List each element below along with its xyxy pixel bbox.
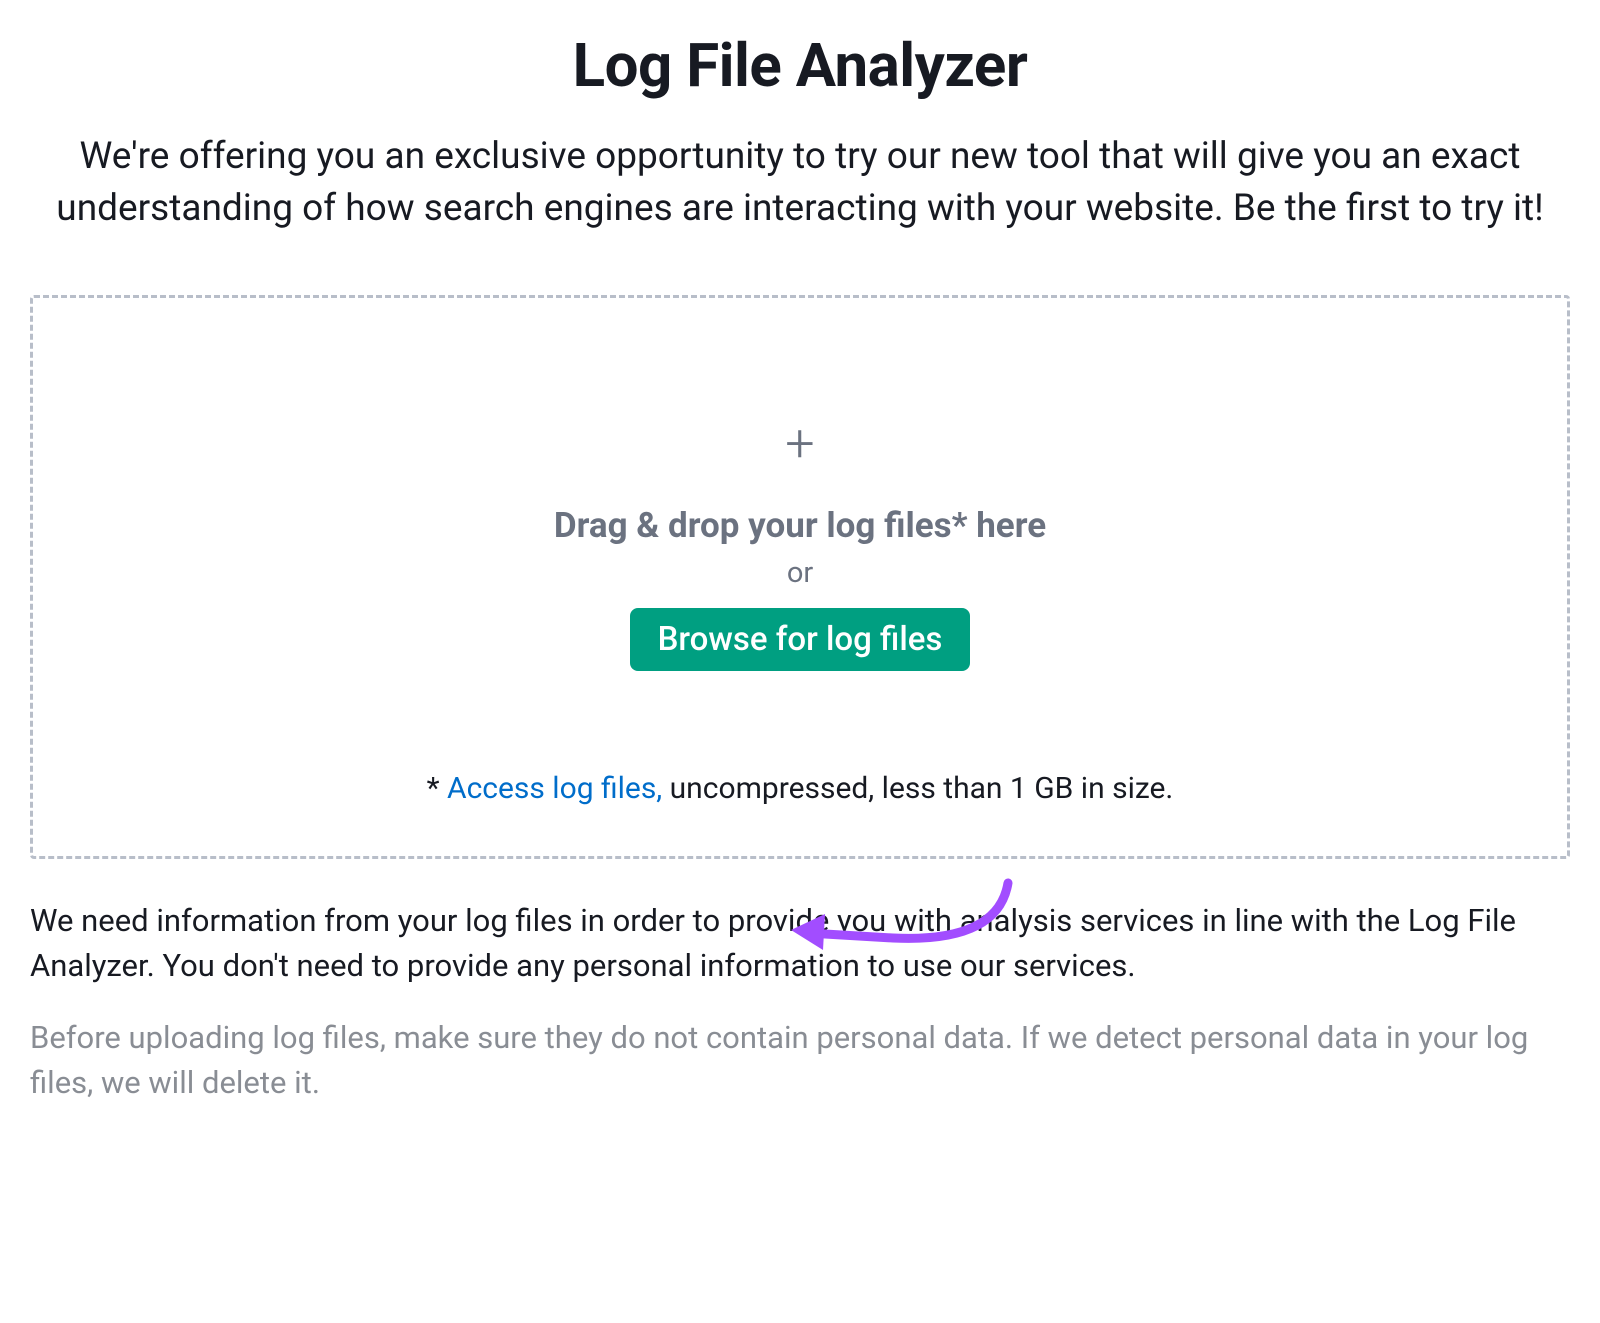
or-text: or: [73, 556, 1527, 590]
dropzone-note: * Access log files, uncompressed, less t…: [73, 771, 1527, 806]
access-log-files-link[interactable]: Access log files,: [447, 771, 662, 806]
plus-icon: +: [73, 418, 1527, 470]
note-prefix: *: [427, 771, 447, 806]
note-rest: uncompressed, less than 1 GB in size.: [662, 771, 1173, 806]
page-subtitle: We're offering you an exclusive opportun…: [50, 131, 1550, 235]
info-primary: We need information from your log files …: [30, 899, 1570, 989]
page-title: Log File Analyzer: [30, 30, 1570, 101]
browse-files-button[interactable]: Browse for log files: [630, 608, 971, 671]
drop-instruction: Drag & drop your log files* here: [73, 505, 1527, 546]
info-secondary: Before uploading log files, make sure th…: [30, 1016, 1570, 1106]
file-dropzone[interactable]: + Drag & drop your log files* here or Br…: [30, 295, 1570, 859]
